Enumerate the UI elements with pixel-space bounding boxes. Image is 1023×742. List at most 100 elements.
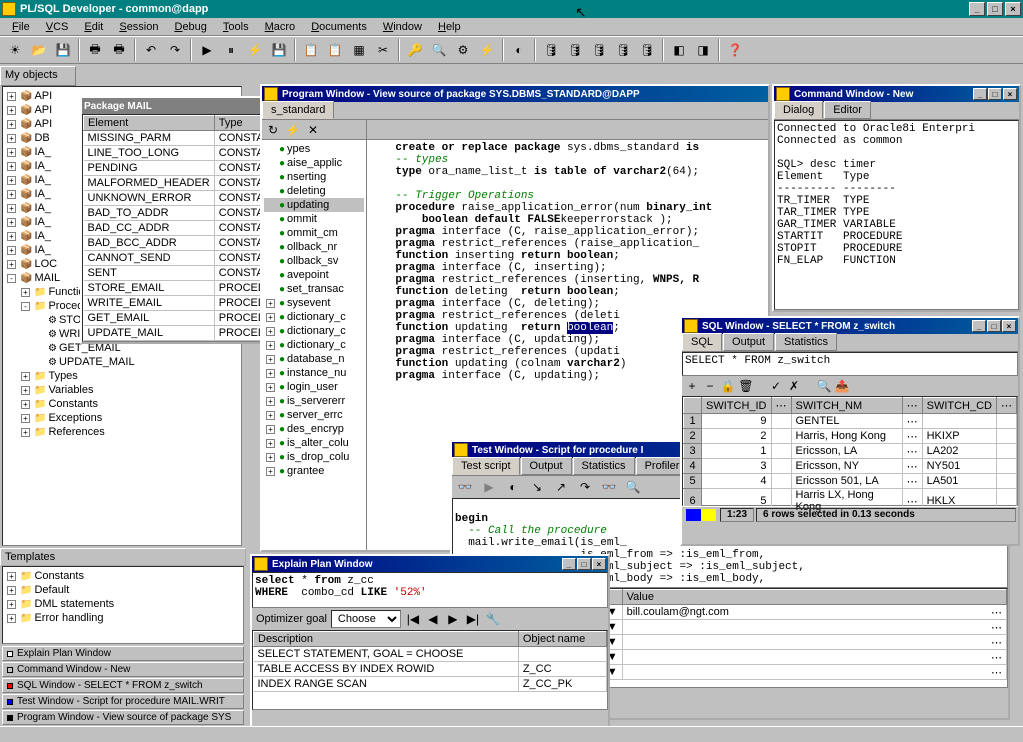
test-mag-icon[interactable]: 🔍 <box>622 476 644 498</box>
sql-lock-icon[interactable]: 🔒 <box>720 378 736 394</box>
db1-button[interactable]: 🛢 <box>540 39 562 61</box>
member-item[interactable]: +●des_encryp <box>264 422 364 436</box>
new-button[interactable]: ☀ <box>4 39 26 61</box>
undo-button[interactable]: ↶ <box>140 39 162 61</box>
wrench-icon[interactable]: 🔧 <box>485 611 501 627</box>
p1-button[interactable]: ◧ <box>668 39 690 61</box>
tree-item[interactable]: +📁Exceptions <box>5 411 239 425</box>
tab-editor[interactable]: Editor <box>824 101 871 119</box>
bolt-button[interactable]: ⚡ <box>476 39 498 61</box>
sql-plus-icon[interactable]: + <box>684 378 700 394</box>
menu-edit[interactable]: Edit <box>76 19 111 35</box>
template-item[interactable]: +📁Default <box>5 583 241 597</box>
test-into-icon[interactable]: ↘ <box>526 476 548 498</box>
tree-refresh-icon[interactable]: ↻ <box>265 122 281 138</box>
member-item[interactable]: +●database_n <box>264 352 364 366</box>
member-item[interactable]: +●login_user <box>264 380 364 394</box>
tree-item[interactable]: +📁References <box>5 425 239 439</box>
find-button[interactable]: 🔍 <box>428 39 450 61</box>
open-button[interactable]: 📂 <box>28 39 50 61</box>
db5-button[interactable]: 🛢 <box>636 39 658 61</box>
key-button[interactable]: 🔑 <box>404 39 426 61</box>
member-item[interactable]: ●ollback_nr <box>264 240 364 254</box>
member-item[interactable]: +●server_errc <box>264 408 364 422</box>
menu-macro[interactable]: Macro <box>257 19 304 35</box>
templates-tree[interactable]: +📁Constants+📁Default+📁DML statements+📁Er… <box>2 566 244 644</box>
tab-output[interactable]: Output <box>521 457 572 475</box>
tree-x-icon[interactable]: ✕ <box>305 122 321 138</box>
test-over-icon[interactable]: ↷ <box>574 476 596 498</box>
command-output[interactable]: Connected to Oracle8i Enterpri Connected… <box>774 120 1019 310</box>
menu-vcs[interactable]: VCS <box>38 19 77 35</box>
member-item[interactable]: +●grantee <box>264 464 364 478</box>
template-item[interactable]: +📁Constants <box>5 569 241 583</box>
prev-icon[interactable]: ◀ <box>425 611 441 627</box>
db4-button[interactable]: 🛢 <box>612 39 634 61</box>
minimize-icon[interactable]: _ <box>562 558 576 570</box>
execute-button[interactable]: ▶ <box>196 39 218 61</box>
tab-test-script[interactable]: Test script <box>452 457 520 475</box>
member-item[interactable]: +●instance_nu <box>264 366 364 380</box>
close-icon[interactable]: × <box>1002 320 1016 332</box>
sql-trash-icon[interactable]: 🗑 <box>738 378 754 394</box>
tab-sql[interactable]: SQL <box>682 333 722 351</box>
menu-file[interactable]: File <box>4 19 38 35</box>
minimize-button[interactable]: _ <box>969 2 985 16</box>
member-item[interactable]: +●dictionary_c <box>264 310 364 324</box>
member-item[interactable]: +●is_drop_colu <box>264 450 364 464</box>
print-button[interactable]: 🖶 <box>84 39 106 61</box>
member-item[interactable]: ●nserting <box>264 170 364 184</box>
program-tab[interactable]: s_standard <box>262 101 334 119</box>
step-button[interactable]: ◐ <box>508 39 530 61</box>
first-icon[interactable]: |◀ <box>405 611 421 627</box>
member-item[interactable]: +●sysevent <box>264 296 364 310</box>
minimize-icon[interactable]: _ <box>973 88 987 100</box>
program-member-tree[interactable]: ●ypes●aise_applic●nserting●deleting●upda… <box>262 140 366 550</box>
menu-debug[interactable]: Debug <box>166 19 214 35</box>
task-button[interactable]: Explain Plan Window <box>2 646 244 661</box>
next-icon[interactable]: ▶ <box>445 611 461 627</box>
test-play-icon[interactable]: ▶ <box>478 476 500 498</box>
test-glasses-icon[interactable]: 👓 <box>598 476 620 498</box>
menu-tools[interactable]: Tools <box>215 19 257 35</box>
task-button[interactable]: Test Window - Script for procedure MAIL.… <box>2 694 244 709</box>
db2-button[interactable]: 🛢 <box>564 39 586 61</box>
redo-button[interactable]: ↷ <box>164 39 186 61</box>
template-item[interactable]: +📁DML statements <box>5 597 241 611</box>
db3-button[interactable]: 🛢 <box>588 39 610 61</box>
sql-export-icon[interactable]: 📤 <box>834 378 850 394</box>
member-item[interactable]: ●aise_applic <box>264 156 364 170</box>
copy-button[interactable]: 📋 <box>300 39 322 61</box>
tab-statistics[interactable]: Statistics <box>573 457 635 475</box>
test-out-icon[interactable]: ↗ <box>550 476 572 498</box>
member-item[interactable]: +●is_alter_colu <box>264 436 364 450</box>
debug-button[interactable]: ⚡ <box>244 39 266 61</box>
test-run-icon[interactable]: 👓 <box>454 476 476 498</box>
sql-result-grid[interactable]: SWITCH_ID⋯SWITCH_NM⋯SWITCH_CD⋯19GENTEL⋯2… <box>682 396 1018 506</box>
template-item[interactable]: +📁Error handling <box>5 611 241 625</box>
optimizer-goal-select[interactable]: Choose <box>331 610 401 628</box>
tree-item[interactable]: +📁Constants <box>5 397 239 411</box>
tree-item[interactable]: ⚙UPDATE_MAIL <box>5 355 239 369</box>
sql-x-icon[interactable]: ✗ <box>786 378 802 394</box>
close-icon[interactable]: × <box>592 558 606 570</box>
task-button[interactable]: Command Window - New <box>2 662 244 677</box>
window-button[interactable]: ▦ <box>348 39 370 61</box>
close-icon[interactable]: × <box>1003 88 1017 100</box>
menu-help[interactable]: Help <box>430 19 469 35</box>
member-item[interactable]: ●set_transac <box>264 282 364 296</box>
cut-button[interactable]: ✂ <box>372 39 394 61</box>
menu-documents[interactable]: Documents <box>303 19 375 35</box>
tab-statistics[interactable]: Statistics <box>775 333 837 351</box>
close-button[interactable]: × <box>1005 2 1021 16</box>
menu-window[interactable]: Window <box>375 19 430 35</box>
p2-button[interactable]: ◨ <box>692 39 714 61</box>
task-button[interactable]: Program Window - View source of package … <box>2 710 244 725</box>
member-item[interactable]: ●ollback_sv <box>264 254 364 268</box>
sql-minus-icon[interactable]: − <box>702 378 718 394</box>
member-item[interactable]: ●ypes <box>264 142 364 156</box>
tree-bolt-icon[interactable]: ⚡ <box>285 122 301 138</box>
sql-editor[interactable]: SELECT * FROM z_switch <box>682 352 1018 376</box>
settings-button[interactable]: ⚙ <box>452 39 474 61</box>
member-item[interactable]: ●ommit_cm <box>264 226 364 240</box>
